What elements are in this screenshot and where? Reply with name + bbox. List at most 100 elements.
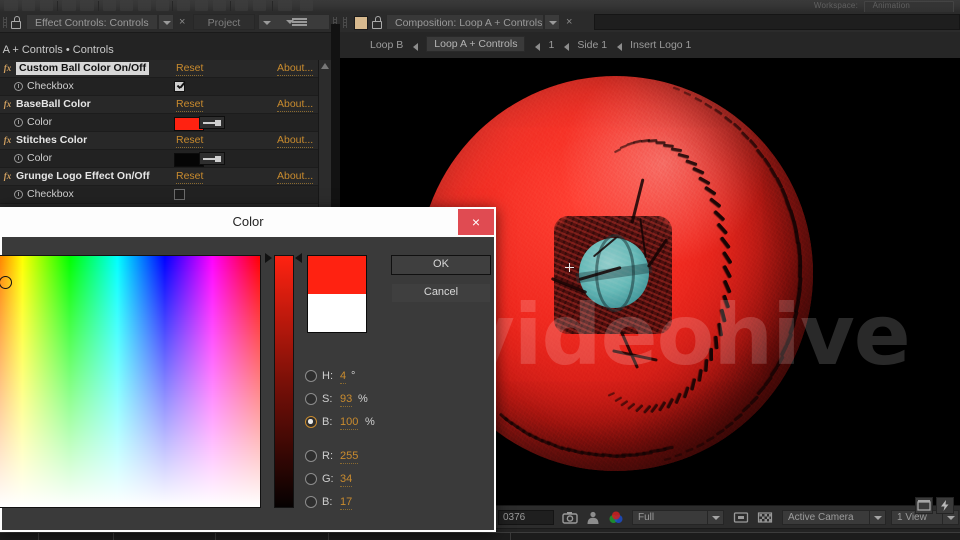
channel-radio[interactable] xyxy=(305,496,317,508)
ok-button[interactable]: OK xyxy=(391,255,491,275)
tab-composition[interactable]: Composition: Loop A + Controls xyxy=(386,14,544,30)
channel-radio[interactable] xyxy=(305,473,317,485)
channel-radio[interactable] xyxy=(305,416,317,428)
type-tool-icon[interactable] xyxy=(156,0,169,11)
stopwatch-icon[interactable] xyxy=(14,190,23,199)
color-dialog-titlebar[interactable]: Color × xyxy=(2,209,494,237)
scroll-up-arrow-icon[interactable] xyxy=(321,63,329,69)
toolbar-extra-icon[interactable] xyxy=(278,0,292,11)
eyedropper-icon[interactable] xyxy=(199,152,225,165)
lock-icon[interactable] xyxy=(10,16,22,29)
channel-row-h[interactable]: H: 4 ° xyxy=(305,367,415,385)
stopwatch-icon[interactable] xyxy=(14,118,23,127)
effect-controls-scrollbar[interactable] xyxy=(318,60,332,220)
tab-menu-caret-icon[interactable] xyxy=(544,14,560,30)
effect-controls-row[interactable]: Color xyxy=(0,114,340,132)
camera-dropdown[interactable]: Active Camera xyxy=(782,510,886,525)
channel-value[interactable]: 17 xyxy=(340,495,353,510)
panel-menu-icon[interactable] xyxy=(286,16,308,28)
color-field[interactable] xyxy=(0,255,261,508)
rotation-tool-icon[interactable] xyxy=(62,0,76,11)
property-checkbox[interactable] xyxy=(174,81,185,92)
close-icon[interactable]: × xyxy=(179,15,185,29)
channel-row-b2[interactable]: B: 17 xyxy=(305,493,415,511)
effect-controls-row[interactable]: Checkbox xyxy=(0,186,340,204)
stopwatch-icon[interactable] xyxy=(14,154,23,163)
toolbar-extra-icon[interactable] xyxy=(300,0,313,11)
lock-icon[interactable] xyxy=(371,16,383,29)
resolution-field[interactable]: 0376 xyxy=(498,510,554,525)
pen-tool-icon[interactable] xyxy=(138,0,151,11)
channel-row-b[interactable]: B: 100% xyxy=(305,413,415,431)
mask-tool-icon[interactable] xyxy=(120,0,133,11)
camera-icon[interactable] xyxy=(562,510,578,525)
channel-value[interactable]: 34 xyxy=(340,472,353,487)
effect-controls-row[interactable]: fx Grunge Logo Effect On/Off Reset About... xyxy=(0,168,340,186)
puppet-tool-icon[interactable] xyxy=(253,0,266,11)
channel-radio[interactable] xyxy=(305,370,317,382)
property-checkbox[interactable] xyxy=(174,189,185,200)
eyedropper-icon[interactable] xyxy=(199,116,225,129)
quality-dropdown[interactable]: Full xyxy=(632,510,724,525)
tab-menu-caret-icon[interactable] xyxy=(158,14,174,30)
effect-controls-row[interactable]: Color xyxy=(0,150,340,168)
pan-behind-tool-icon[interactable] xyxy=(103,0,116,11)
camera-tool-icon[interactable] xyxy=(80,0,94,11)
about-link[interactable]: About... xyxy=(277,98,314,112)
panel-grip[interactable] xyxy=(343,17,347,28)
panel-grip[interactable] xyxy=(3,17,7,28)
effect-name[interactable]: Custom Ball Color On/Off xyxy=(16,62,150,75)
alpha-icon[interactable] xyxy=(585,510,601,525)
selection-tool-icon[interactable] xyxy=(4,0,18,11)
breadcrumb-item[interactable]: Insert Logo 1 xyxy=(630,38,691,52)
cancel-button[interactable]: Cancel xyxy=(391,283,491,303)
stopwatch-icon[interactable] xyxy=(14,82,23,91)
breadcrumb-item[interactable]: Loop A + Controls xyxy=(426,36,526,52)
anchor-point-icon[interactable] xyxy=(565,263,574,272)
channel-value[interactable]: 93 xyxy=(340,392,353,407)
region-of-interest-icon[interactable] xyxy=(733,510,749,525)
effect-controls-row[interactable]: fx BaseBall Color Reset About... xyxy=(0,96,340,114)
reset-link[interactable]: Reset xyxy=(176,98,204,112)
transparency-grid-icon[interactable] xyxy=(757,510,773,525)
guides-icon[interactable] xyxy=(915,497,933,514)
camera-value: Active Camera xyxy=(788,512,854,523)
close-icon[interactable]: × xyxy=(566,15,572,29)
brush-tool-icon[interactable] xyxy=(177,0,190,11)
breadcrumb-item[interactable]: Loop B xyxy=(370,38,403,52)
value-slider[interactable] xyxy=(274,255,294,508)
clone-stamp-tool-icon[interactable] xyxy=(195,0,208,11)
channel-row-r[interactable]: R: 255 xyxy=(305,447,415,465)
reset-link[interactable]: Reset xyxy=(176,134,204,148)
tab-effect-controls[interactable]: Effect Controls: Controls xyxy=(26,14,158,30)
eraser-tool-icon[interactable] xyxy=(213,0,226,11)
about-link[interactable]: About... xyxy=(277,134,314,148)
channel-value[interactable]: 255 xyxy=(340,449,359,464)
tab-project[interactable]: Project xyxy=(193,14,255,30)
effect-name[interactable]: BaseBall Color xyxy=(16,98,91,111)
breadcrumb-item[interactable]: 1 xyxy=(548,38,554,52)
channel-value[interactable]: 4 xyxy=(340,369,347,384)
about-link[interactable]: About... xyxy=(277,170,314,184)
channel-row-s[interactable]: S: 93% xyxy=(305,390,415,408)
channel-radio[interactable] xyxy=(305,393,317,405)
channel-radio[interactable] xyxy=(305,450,317,462)
effect-controls-row[interactable]: Checkbox xyxy=(0,78,340,96)
zoom-tool-icon[interactable] xyxy=(40,0,53,11)
hand-tool-icon[interactable] xyxy=(22,0,35,11)
breadcrumb-item[interactable]: Side 1 xyxy=(577,38,607,52)
reset-link[interactable]: Reset xyxy=(176,62,204,76)
fast-preview-icon[interactable] xyxy=(936,497,954,514)
close-icon[interactable]: × xyxy=(458,209,494,235)
rgb-icon[interactable] xyxy=(608,510,624,525)
about-link[interactable]: About... xyxy=(277,62,314,76)
channel-row-g[interactable]: G: 34 xyxy=(305,470,415,488)
effect-name[interactable]: Grunge Logo Effect On/Off xyxy=(16,170,150,183)
effect-name[interactable]: Stitches Color xyxy=(16,134,87,147)
channel-value[interactable]: 100 xyxy=(340,415,359,430)
roto-brush-tool-icon[interactable] xyxy=(235,0,248,11)
breadcrumb-arrow-icon xyxy=(617,43,623,51)
effect-controls-row[interactable]: fx Custom Ball Color On/Off Reset About... xyxy=(0,60,340,78)
reset-link[interactable]: Reset xyxy=(176,170,204,184)
effect-controls-row[interactable]: fx Stitches Color Reset About... xyxy=(0,132,340,150)
